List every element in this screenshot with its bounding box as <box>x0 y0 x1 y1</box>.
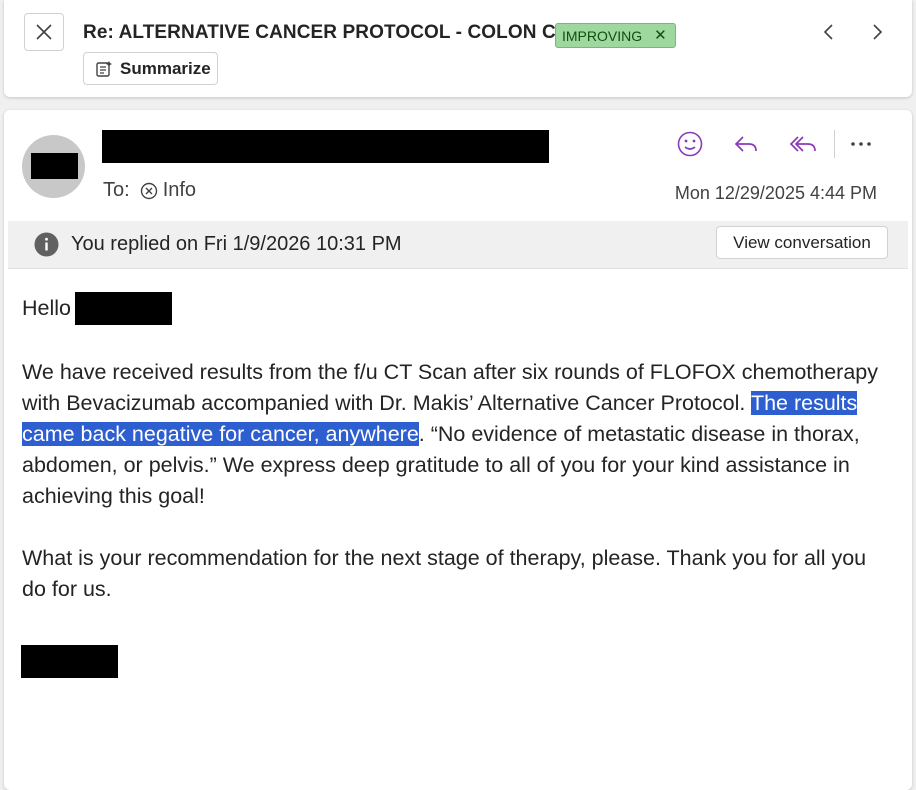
greeting-line: Hello <box>22 290 892 326</box>
recipient-line: To: Info <box>103 179 196 202</box>
more-actions-button[interactable] <box>847 130 875 158</box>
next-message-button[interactable] <box>870 22 884 47</box>
redaction-bar <box>31 153 78 179</box>
chevron-right-icon <box>873 24 883 40</box>
category-tag[interactable]: IMPROVING ✕ <box>555 23 676 48</box>
body-paragraph-2: What is your recommendation for the next… <box>22 546 867 601</box>
to-label: To: <box>103 179 130 201</box>
reading-pane-header: Re: ALTERNATIVE CANCER PROTOCOL - COLON … <box>4 0 912 97</box>
more-icon <box>851 142 871 146</box>
tag-remove-icon[interactable]: ✕ <box>654 28 667 43</box>
reaction-button[interactable] <box>676 130 704 158</box>
summarize-icon <box>96 60 112 77</box>
close-button[interactable] <box>24 13 64 51</box>
sent-date: Mon 12/29/2025 4:44 PM <box>674 183 877 203</box>
avatar[interactable] <box>22 135 85 198</box>
greeting: Hello <box>22 295 71 320</box>
reply-icon <box>734 136 757 152</box>
reply-all-button[interactable] <box>789 130 817 158</box>
reply-all-icon <box>789 136 816 152</box>
reply-info-bar: You replied on Fri 1/9/2026 10:31 PM Vie… <box>8 221 908 269</box>
replied-status-text: You replied on Fri 1/9/2026 10:31 PM <box>71 233 402 255</box>
category-tag-label: IMPROVING <box>562 27 643 44</box>
email-subject: Re: ALTERNATIVE CANCER PROTOCOL - COLON … <box>83 22 570 43</box>
toolbar-divider <box>834 130 835 158</box>
paragraph-1-text: We have received results from the f/u CT… <box>22 360 878 415</box>
sender-name-redacted <box>102 130 549 163</box>
body-paragraph-1: We have received results from the f/u CT… <box>22 357 892 512</box>
recipient-name-redacted <box>75 291 172 325</box>
message-actions <box>676 130 875 158</box>
view-conversation-button[interactable]: View conversation <box>716 226 888 259</box>
chevron-left-icon <box>823 24 833 40</box>
close-icon <box>36 24 52 40</box>
reply-button[interactable] <box>732 130 760 158</box>
message-card: To: Info Mon 12/29/2025 4:44 PM You repl… <box>4 110 912 790</box>
recipient-chip[interactable]: Info <box>140 179 196 202</box>
message-body: Hello We have received results from the … <box>22 290 892 605</box>
previous-message-button[interactable] <box>822 22 836 47</box>
recipient-name: Info <box>162 179 197 201</box>
summarize-button[interactable]: Summarize <box>83 52 218 85</box>
recipient-status-icon <box>140 182 157 199</box>
summarize-label: Summarize <box>120 58 211 78</box>
signature-redacted <box>21 645 118 678</box>
emoji-icon <box>677 131 703 157</box>
info-icon <box>34 232 59 257</box>
